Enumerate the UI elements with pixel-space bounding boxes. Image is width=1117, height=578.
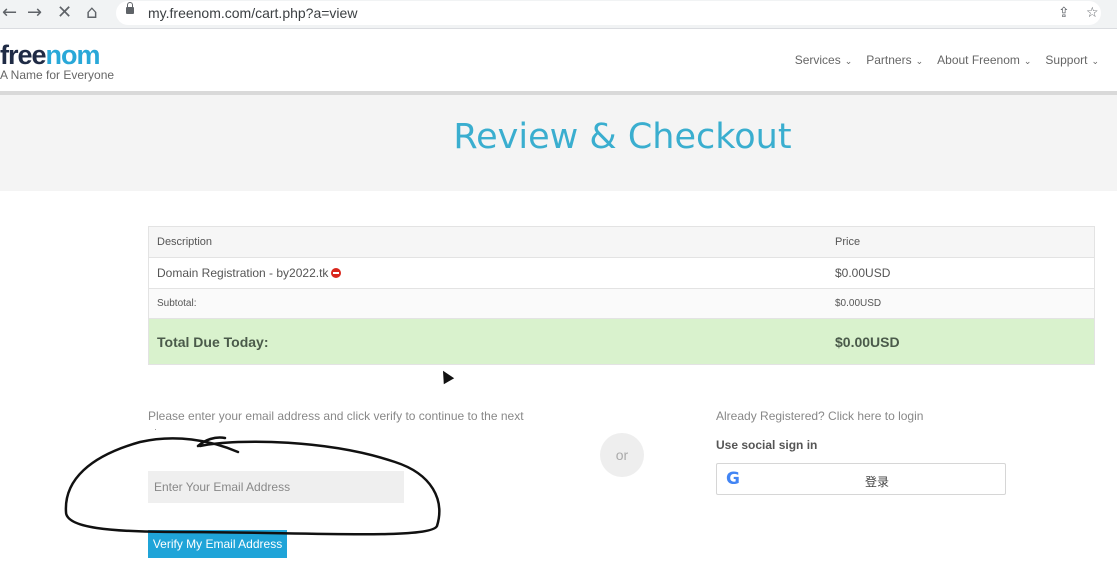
- item-description-cell: Domain Registration - by2022.tk: [148, 257, 827, 289]
- total-value: $0.00USD: [827, 318, 1095, 365]
- chevron-down-icon: ⌄: [1091, 56, 1099, 66]
- chevron-down-icon: ⌄: [915, 56, 924, 66]
- total-row: Total Due Today: $0.00USD: [148, 318, 1095, 365]
- logo-text-nom: nom: [45, 40, 101, 70]
- main-menu: Services ⌄ Partners ⌄ About Freenom ⌄ Suppo…: [795, 53, 1099, 67]
- login-link[interactable]: Already Registered? Click here to login: [716, 409, 923, 423]
- menu-partners[interactable]: Partners ⌄: [866, 53, 923, 67]
- forward-icon[interactable]: →: [27, 3, 42, 23]
- menu-about-freenom[interactable]: About Freenom ⌄: [937, 53, 1031, 67]
- logo-text-free: free: [0, 40, 47, 70]
- url-text[interactable]: my.freenom.com/cart.php?a=view: [148, 5, 357, 21]
- lock-icon[interactable]: [126, 2, 134, 14]
- subtotal-value: $0.00USD: [827, 288, 1095, 319]
- item-description: Domain Registration - by2022.tk: [157, 266, 329, 280]
- address-bar[interactable]: my.freenom.com/cart.php?a=view ⇪ ☆: [116, 1, 1101, 25]
- social-signin-title: Use social sign in: [716, 438, 818, 452]
- menu-services[interactable]: Services ⌄: [795, 53, 853, 67]
- table-row: Domain Registration - by2022.tk $0.00USD: [148, 257, 1095, 289]
- cart-table: Description Price Domain Registration - …: [148, 226, 1095, 365]
- mouse-cursor: [437, 367, 455, 385]
- or-divider: or: [600, 433, 644, 477]
- column-header-price: Price: [827, 226, 1095, 258]
- menu-label: About Freenom: [937, 53, 1020, 67]
- google-signin-button[interactable]: G 登录: [716, 463, 1006, 495]
- google-signin-label: 登录: [864, 475, 889, 489]
- chevron-down-icon: ⌄: [1023, 56, 1032, 66]
- back-icon[interactable]: ←: [2, 3, 17, 23]
- email-instructions: Please enter your email address and clic…: [148, 409, 524, 430]
- menu-label: Services: [794, 53, 841, 67]
- home-icon[interactable]: ⌂: [86, 3, 97, 23]
- column-header-description: Description: [148, 226, 827, 258]
- stop-icon[interactable]: ✕: [57, 3, 72, 23]
- tagline: A Name for Everyone: [0, 68, 115, 82]
- total-label: Total Due Today:: [148, 318, 827, 365]
- site-header: freenom A Name for Everyone Services ⌄ Pa…: [0, 29, 1117, 95]
- email-field[interactable]: [148, 471, 404, 503]
- page-title: Review & Checkout: [453, 117, 792, 157]
- menu-label: Partners: [866, 53, 912, 67]
- verify-email-button[interactable]: Verify My Email Address: [148, 530, 287, 558]
- subtotal-label: Subtotal:: [148, 288, 827, 319]
- table-header-row: Description Price: [148, 226, 1095, 258]
- browser-toolbar: ← → ✕ ⌂ my.freenom.com/cart.php?a=view ⇪…: [0, 0, 1117, 29]
- hero-banner: Review & Checkout: [0, 95, 1117, 191]
- menu-support[interactable]: Support ⌄: [1045, 53, 1099, 67]
- freenom-logo[interactable]: freenom: [0, 40, 101, 71]
- share-icon[interactable]: ⇪: [1058, 5, 1070, 21]
- menu-label: Support: [1045, 53, 1088, 67]
- remove-icon[interactable]: [331, 268, 342, 278]
- subtotal-row: Subtotal: $0.00USD: [148, 288, 1095, 319]
- chevron-down-icon: ⌄: [844, 56, 853, 66]
- item-price: $0.00USD: [827, 257, 1095, 289]
- star-icon[interactable]: ☆: [1086, 5, 1099, 21]
